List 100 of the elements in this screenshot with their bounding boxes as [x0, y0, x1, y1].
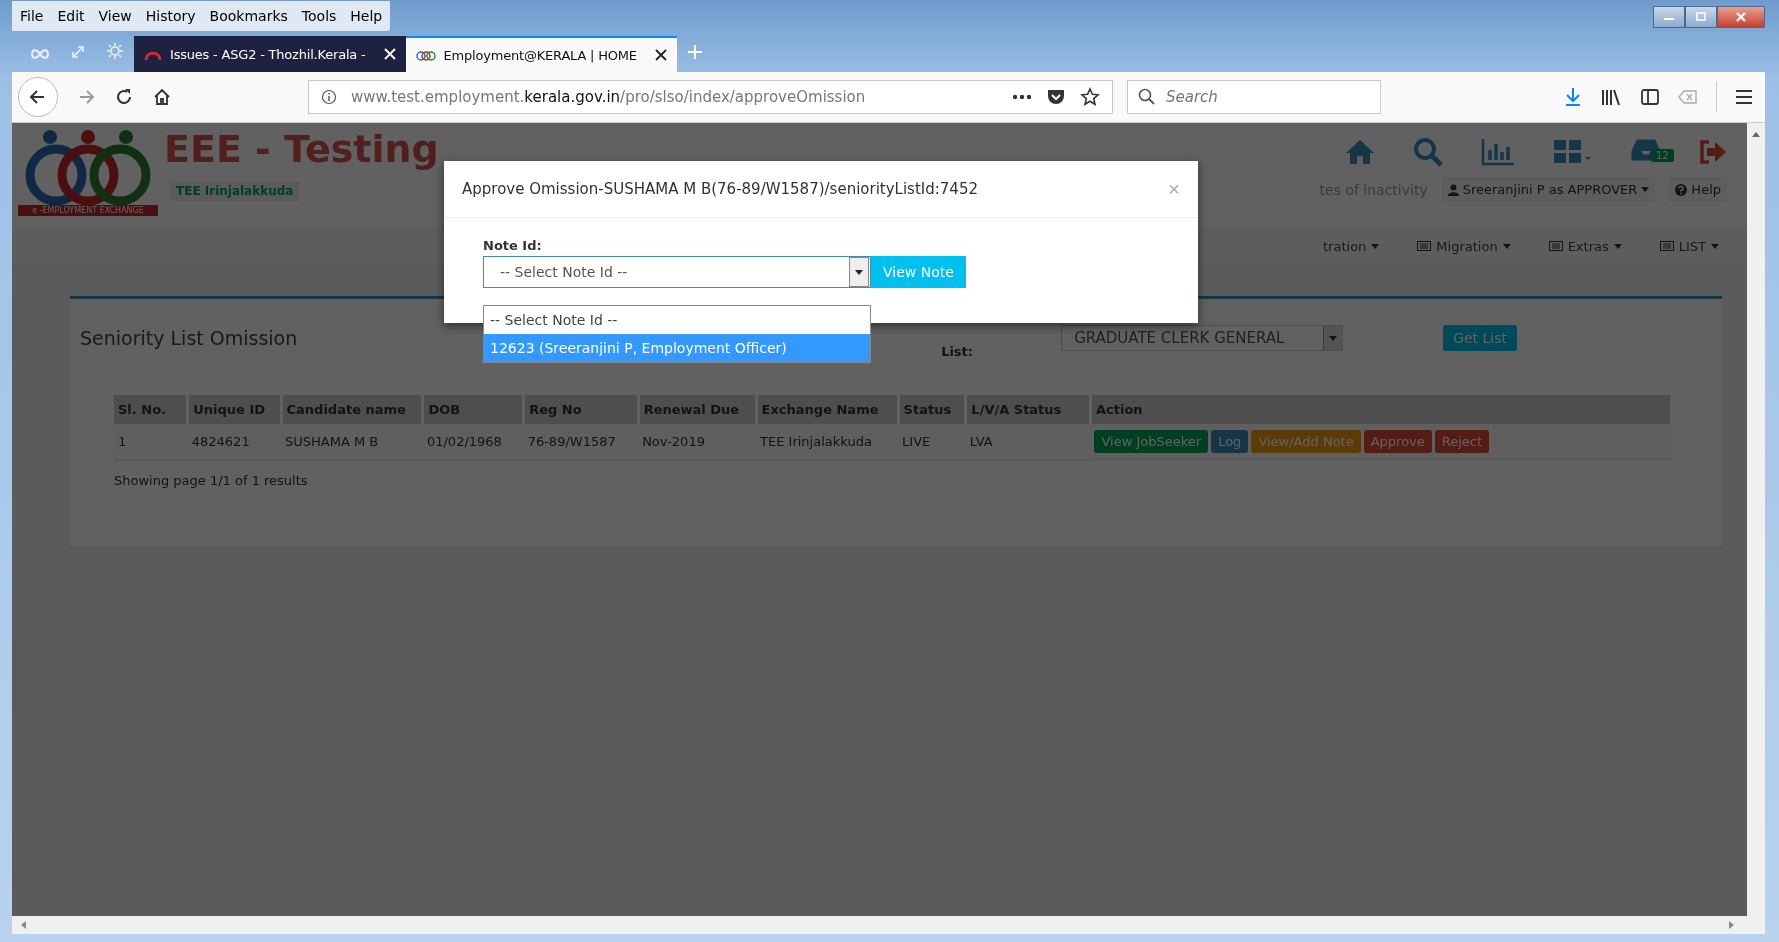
modal-title: Approve Omission-SUSHAMA M B(76-89/W1587)/seniorityListId:7452 — [462, 180, 978, 198]
table-cell: Nov-2019 — [638, 424, 757, 460]
menu-item[interactable]: File — [20, 8, 44, 24]
pocket-icon[interactable] — [1046, 88, 1066, 106]
menu-item[interactable]: Bookmarks — [209, 8, 288, 24]
minimize-button[interactable] — [1653, 6, 1685, 28]
office-badge: TEE Irinjalakkuda — [170, 181, 300, 201]
table-cell: TEE Irinjalakkuda — [756, 424, 899, 460]
close-tab-icon[interactable] — [654, 49, 667, 61]
star-icon[interactable] — [1080, 87, 1100, 107]
download-icon[interactable] — [1564, 87, 1582, 107]
table-cell: 01/02/1968 — [422, 424, 524, 460]
column-header: Reg No — [523, 395, 639, 424]
caret-icon — [1711, 243, 1719, 249]
scroll-left-icon[interactable] — [20, 920, 26, 930]
nav-menu[interactable]: tration — [1323, 238, 1380, 254]
scroll-up-icon[interactable] — [1751, 131, 1761, 137]
menu-item[interactable]: Edit — [57, 8, 85, 24]
browser-tab[interactable]: Issues - ASG2 - Thozhil.Kerala - — [134, 36, 406, 72]
column-header: Sl. No. — [114, 395, 188, 424]
site-title: EEE - Testing — [164, 127, 439, 171]
menu-item[interactable]: Tools — [301, 8, 337, 24]
panel-title: Seniority List Omission — [80, 327, 298, 349]
column-header: DOB — [422, 395, 524, 424]
clear-icon[interactable] — [1678, 89, 1698, 105]
infinity-icon[interactable] — [30, 48, 50, 60]
new-tab-icon[interactable] — [686, 44, 703, 60]
menu-icon[interactable] — [1735, 89, 1753, 105]
library-icon[interactable] — [1600, 88, 1622, 106]
dropdown-option[interactable]: -- Select Note Id -- — [484, 306, 870, 334]
logout-icon[interactable] — [1699, 139, 1727, 165]
column-header: Candidate name — [281, 395, 423, 424]
caret-icon — [1641, 187, 1650, 192]
caret-icon — [855, 269, 863, 275]
table-cell: SUSHAMA M B — [281, 424, 423, 460]
horizontal-scrollbar[interactable] — [12, 916, 1765, 934]
user-menu[interactable]: Sreeranjini P as APPROVER — [1441, 177, 1656, 202]
action-button[interactable]: Reject — [1434, 430, 1490, 453]
action-button[interactable]: Log — [1211, 430, 1249, 453]
address-bar[interactable]: www.test.employment.kerala.gov.in/pro/slso/index/approveOmission — [308, 80, 1113, 114]
restore-icon — [1694, 12, 1708, 22]
sun-icon[interactable] — [106, 42, 124, 60]
action-button[interactable]: View/Add Note — [1251, 430, 1361, 453]
menu-item[interactable]: History — [145, 8, 196, 24]
get-list-button[interactable]: Get List — [1443, 325, 1517, 351]
column-header: L/V/A Status — [965, 395, 1091, 424]
vertical-scrollbar[interactable] — [1747, 123, 1765, 916]
list-icon — [1417, 241, 1432, 251]
close-icon — [1734, 11, 1748, 23]
more-icon[interactable] — [1012, 94, 1032, 100]
sidebar-icon[interactable] — [1640, 88, 1660, 106]
menu-item[interactable]: Help — [350, 8, 383, 24]
nav-menu[interactable]: Migration — [1417, 238, 1511, 254]
list-icon — [1659, 241, 1674, 251]
dropdown-option[interactable]: 12623 (Sreeranjini P, Employment Officer) — [484, 334, 870, 362]
browser-tab[interactable]: Employment@KERALA | HOME — [405, 36, 677, 72]
bar-chart-icon[interactable] — [1481, 138, 1515, 166]
search-icon[interactable] — [1413, 137, 1443, 167]
caret-icon — [1613, 243, 1622, 249]
column-header: Exchange Name — [756, 395, 899, 424]
list-icon — [1548, 241, 1563, 251]
grid-icon[interactable] — [1553, 139, 1593, 165]
table-cell: 4824621 — [187, 424, 282, 460]
table-cell: LVA — [965, 424, 1091, 460]
note-id-select[interactable]: -- Select Note Id -- — [483, 256, 871, 288]
scroll-right-icon[interactable] — [1729, 920, 1735, 930]
caret-icon — [1329, 335, 1338, 341]
table-cell: 76-89/W1587 — [523, 424, 639, 460]
nav-menu[interactable]: Extras — [1548, 238, 1622, 254]
caret-icon — [1502, 243, 1511, 249]
search-icon — [1138, 88, 1156, 106]
reload-icon[interactable] — [114, 87, 134, 107]
close-button[interactable] — [1717, 6, 1765, 28]
pagination-info: Showing page 1/1 of 1 results — [114, 472, 309, 488]
field-label: Note Id: — [483, 238, 543, 253]
back-button[interactable] — [18, 77, 58, 117]
view-note-button[interactable]: View Note — [871, 256, 966, 288]
info-icon[interactable] — [321, 89, 337, 105]
column-header: Unique ID — [187, 395, 282, 424]
column-header: Renewal Due — [638, 395, 757, 424]
field-label: List: — [941, 343, 974, 359]
notification-badge: 12 — [1651, 149, 1674, 162]
user-icon — [1447, 183, 1459, 196]
caret-icon — [1371, 243, 1380, 249]
home-icon[interactable] — [152, 87, 172, 107]
help-icon — [1675, 183, 1688, 196]
action-button[interactable]: Approve — [1363, 430, 1432, 453]
action-button[interactable]: View JobSeeker — [1094, 430, 1209, 453]
restore-button[interactable] — [1685, 6, 1717, 28]
column-header: Status — [898, 395, 966, 424]
search-field[interactable]: Search — [1127, 80, 1381, 114]
site-logo[interactable]: e -EMPLOYMENT EXCHANGE — [18, 125, 158, 217]
expand-icon[interactable] — [70, 44, 86, 60]
column-header: Action — [1090, 395, 1672, 424]
menu-item[interactable]: View — [98, 8, 132, 24]
table-cell: 1 — [114, 424, 188, 460]
seniority-list-select[interactable]: GRADUATE CLERK GENERAL — [1061, 325, 1344, 351]
help-button[interactable]: Help — [1669, 177, 1727, 202]
nav-menu[interactable]: LIST — [1659, 238, 1719, 254]
close-button[interactable]: × — [1168, 177, 1180, 201]
